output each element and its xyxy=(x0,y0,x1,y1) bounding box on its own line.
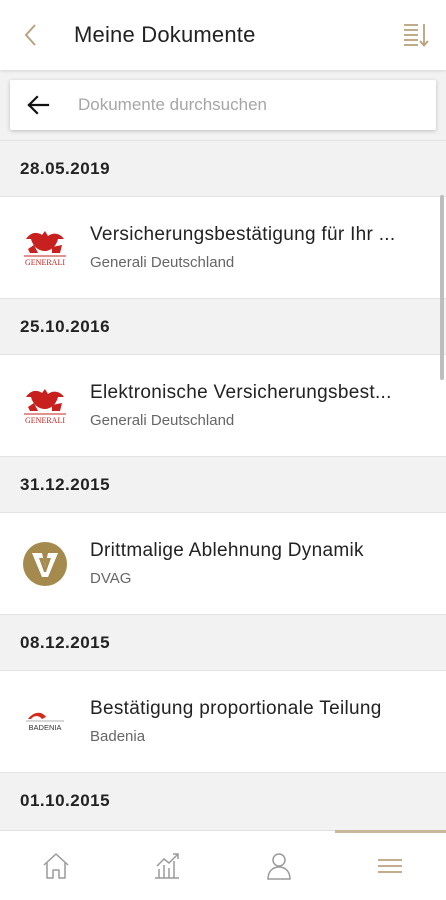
search-input[interactable] xyxy=(66,85,436,125)
document-company: DVAG xyxy=(90,570,132,587)
sort-icon xyxy=(404,24,429,47)
page-title: Meine Dokumente xyxy=(74,22,256,47)
badenia-logo-text: BADENIA xyxy=(29,723,62,732)
generali-logo-text: GENERALI xyxy=(25,258,65,267)
back-button[interactable] xyxy=(0,0,60,70)
document-item[interactable]: BADENIA Bestätigung proportionale Teilun… xyxy=(0,670,446,772)
generali-logo-icon: GENERALI xyxy=(0,355,90,457)
sort-button[interactable] xyxy=(386,0,446,70)
date-header: 01.10.2015 xyxy=(0,772,446,828)
arrow-left-icon xyxy=(27,95,50,115)
dvag-logo-icon xyxy=(0,513,90,615)
date-header: 28.05.2019 xyxy=(0,140,446,196)
date-header: 08.12.2015 xyxy=(0,614,446,670)
scrollbar[interactable] xyxy=(440,195,444,380)
chevron-left-icon xyxy=(24,24,36,46)
search-bar xyxy=(10,80,436,130)
app-header: Meine Dokumente xyxy=(0,0,446,70)
document-area: 28.05.2019 GENERALI Versicherungsbestäti… xyxy=(0,70,446,830)
document-item[interactable]: Drittmalige Ablehnung Dynamik DVAG xyxy=(0,512,446,614)
document-title: Drittmalige Ablehnung Dynamik xyxy=(90,540,364,561)
date-header: 31.12.2015 xyxy=(0,456,446,512)
generali-logo-text: GENERALI xyxy=(25,416,65,425)
document-company: Generali Deutschland xyxy=(90,254,235,271)
document-item[interactable]: GENERALI Versicherungsbestätigung für Ih… xyxy=(0,196,446,298)
document-title: Bestätigung proportionale Teilung xyxy=(90,698,382,719)
bottom-navigation xyxy=(0,830,446,900)
nav-menu[interactable] xyxy=(334,830,446,900)
home-icon xyxy=(43,852,69,879)
date-header: 25.10.2016 xyxy=(0,298,446,354)
document-item[interactable]: GENERALI Elektronische Versicherungsbest… xyxy=(0,354,446,456)
badenia-logo-icon: BADENIA xyxy=(0,671,90,773)
chart-icon xyxy=(155,852,180,879)
menu-icon xyxy=(378,858,403,873)
nav-profile[interactable] xyxy=(223,831,335,900)
document-list: 28.05.2019 GENERALI Versicherungsbestäti… xyxy=(0,140,446,828)
document-title: Versicherungsbestätigung für Ihr ... xyxy=(90,224,396,245)
profile-icon xyxy=(266,852,291,880)
nav-statistics[interactable] xyxy=(112,831,224,900)
document-title: Elektronische Versicherungsbest... xyxy=(90,382,392,403)
document-company: Badenia xyxy=(90,728,146,745)
document-company: Generali Deutschland xyxy=(90,412,235,429)
search-back-button[interactable] xyxy=(10,80,66,130)
generali-logo-icon: GENERALI xyxy=(0,197,90,299)
nav-home[interactable] xyxy=(0,831,112,900)
